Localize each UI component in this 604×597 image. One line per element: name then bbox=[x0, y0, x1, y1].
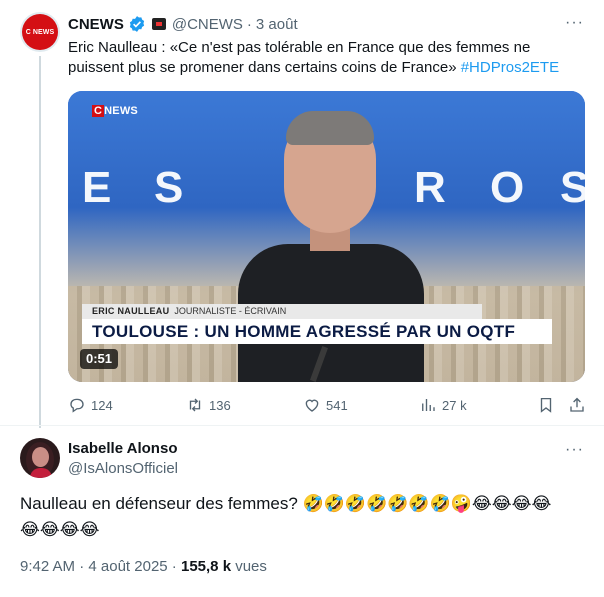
emoji-row: 🤣🤣🤣🤣🤣🤣🤣🤪😂😂😂😂 bbox=[302, 494, 552, 514]
tweet-text-body: Naulleau en défenseur des femmes? bbox=[20, 494, 303, 513]
studio-letter: E bbox=[82, 163, 112, 212]
bookmark-button[interactable] bbox=[537, 395, 555, 415]
like-button[interactable]: 541 bbox=[303, 395, 348, 415]
cnews-avatar[interactable]: C NEWS bbox=[20, 12, 60, 52]
author-handle[interactable]: @CNEWS bbox=[172, 16, 243, 33]
reply-count: 124 bbox=[91, 397, 113, 413]
action-bar: 124 136 541 27 k bbox=[68, 395, 588, 415]
chyron-nameplate: ERIC NAULLEAU JOURNALISTE - ÉCRIVAIN bbox=[82, 304, 482, 319]
cnews-logo: C NEWS bbox=[22, 14, 58, 50]
quoted-tweet-text: Eric Naulleau : «Ce n'est pas tolérable … bbox=[68, 38, 583, 78]
quoted-tweet[interactable]: C NEWS CNEWS @CNEWS · 3 août ··· Eric Na… bbox=[0, 0, 604, 428]
analytics-icon bbox=[422, 399, 435, 411]
views-label: vues bbox=[231, 558, 267, 575]
reply-button[interactable]: 124 bbox=[68, 395, 113, 415]
separator-dot: · bbox=[246, 15, 252, 33]
bookmark-icon bbox=[540, 397, 552, 413]
affiliate-badge-icon bbox=[151, 18, 166, 30]
tweet-time[interactable]: 9:42 AM bbox=[20, 558, 75, 575]
tweet-text: Naulleau en défenseur des femmes? 🤣🤣🤣🤣🤣🤣… bbox=[20, 491, 590, 543]
chyron-headline: TOULOUSE : UN HOMME AGRESSÉ PAR UN OQTF bbox=[82, 319, 552, 344]
more-options-icon[interactable]: ··· bbox=[565, 14, 584, 32]
tweet-meta: 9:42 AM · 4 août 2025 · 155,8 k vues bbox=[20, 558, 267, 575]
avatar-face bbox=[32, 447, 49, 467]
author-name[interactable]: Isabelle Alonso bbox=[68, 440, 177, 457]
chyron-role: JOURNALISTE - ÉCRIVAIN bbox=[174, 306, 287, 316]
author-name[interactable]: CNEWS bbox=[68, 16, 124, 33]
hashtag-link[interactable]: #HDPros2ETE bbox=[461, 59, 559, 76]
channel-logo: C NEWS bbox=[92, 105, 138, 117]
studio-letter: S bbox=[154, 163, 184, 212]
presenter-hair bbox=[286, 111, 374, 145]
verified-badge-icon bbox=[129, 16, 144, 32]
emoji-row: 😂😂😂😂 bbox=[20, 520, 100, 540]
studio-letter: S bbox=[560, 163, 585, 212]
studio-letter: O bbox=[490, 163, 525, 212]
like-count: 541 bbox=[326, 397, 348, 413]
views-button[interactable]: 27 k bbox=[419, 395, 467, 415]
author-handle[interactable]: @IsAlonsOfficiel bbox=[68, 460, 178, 477]
chyron-name: ERIC NAULLEAU bbox=[92, 306, 170, 316]
isabelle-alonso-avatar[interactable] bbox=[20, 438, 60, 478]
video-player[interactable]: E S R O S C NEWS ERIC NAULLEAU JOURNALIST… bbox=[68, 91, 585, 382]
meta-separator: · bbox=[167, 558, 181, 575]
tweet-divider bbox=[0, 425, 604, 426]
tweet-date[interactable]: 4 août 2025 bbox=[88, 558, 167, 575]
share-button[interactable] bbox=[568, 395, 586, 415]
video-duration: 0:51 bbox=[80, 349, 119, 369]
view-count: 155,8 k bbox=[180, 558, 232, 575]
meta-separator: · bbox=[75, 558, 89, 575]
reply-icon bbox=[70, 398, 84, 413]
channel-logo-text: NEWS bbox=[104, 105, 138, 117]
more-options-icon[interactable]: ··· bbox=[565, 441, 584, 459]
share-icon bbox=[570, 397, 584, 412]
thread-line bbox=[39, 56, 41, 428]
channel-logo-c: C bbox=[92, 105, 105, 117]
views-count: 27 k bbox=[442, 397, 467, 413]
tweet-time[interactable]: 3 août bbox=[256, 16, 298, 33]
repost-icon bbox=[189, 398, 201, 412]
studio-letter: R bbox=[414, 163, 446, 212]
heart-icon bbox=[305, 399, 319, 412]
quoted-tweet-header: CNEWS @CNEWS · 3 août bbox=[68, 14, 298, 34]
repost-button[interactable]: 136 bbox=[186, 395, 231, 415]
repost-count: 136 bbox=[209, 397, 231, 413]
